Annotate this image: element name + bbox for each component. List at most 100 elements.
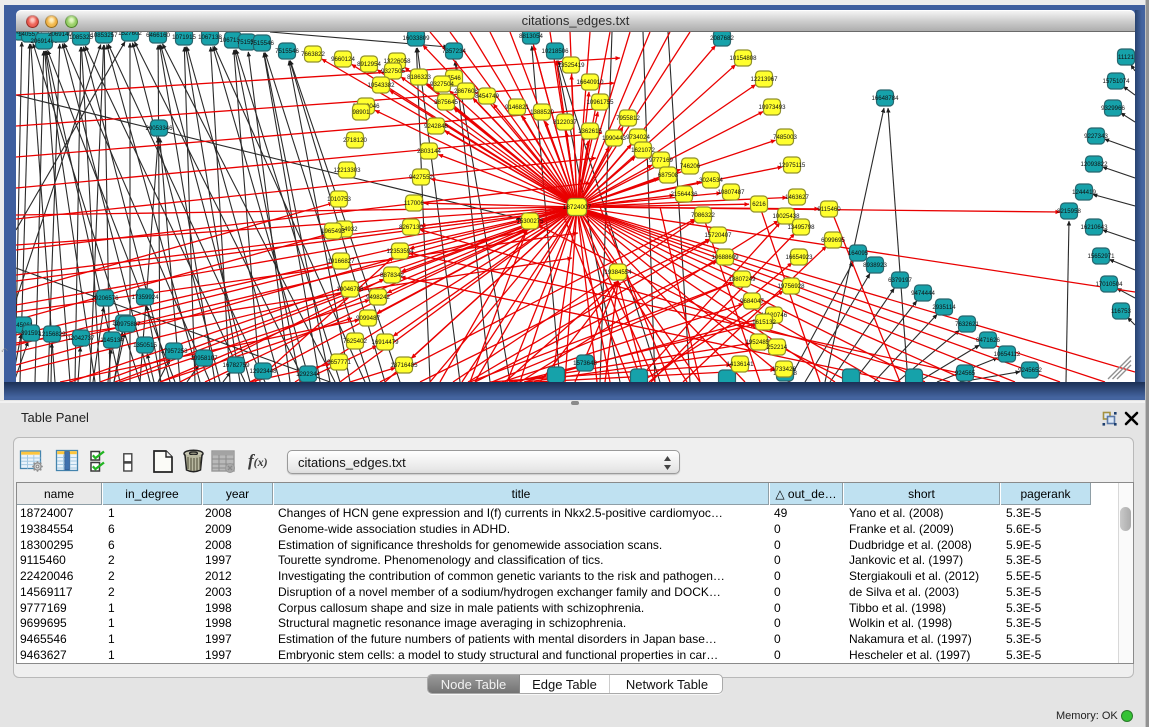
svg-text:17957253: 17957253 bbox=[160, 348, 188, 355]
svg-text:10807487: 10807487 bbox=[717, 189, 745, 196]
svg-text:12156829: 12156829 bbox=[38, 331, 66, 338]
svg-text:9242848: 9242848 bbox=[424, 123, 448, 130]
svg-text:20206576: 20206576 bbox=[91, 295, 119, 302]
svg-text:7485003: 7485003 bbox=[773, 134, 797, 141]
svg-text:6216: 6216 bbox=[752, 201, 766, 208]
svg-text:12213303: 12213303 bbox=[333, 167, 361, 174]
svg-text:15720407: 15720407 bbox=[704, 232, 732, 239]
svg-text:1615132: 1615132 bbox=[752, 319, 776, 326]
svg-text:10543382: 10543382 bbox=[367, 82, 395, 89]
svg-text:7357234: 7357234 bbox=[442, 48, 466, 55]
svg-text:1010753: 1010753 bbox=[327, 196, 351, 203]
svg-text:18807249: 18807249 bbox=[728, 276, 756, 283]
svg-text:9498242: 9498242 bbox=[366, 294, 390, 301]
svg-text:7515546: 7515546 bbox=[275, 48, 299, 55]
svg-text:17359924: 17359924 bbox=[131, 294, 159, 301]
svg-text:7632621: 7632621 bbox=[955, 321, 979, 328]
svg-text:21564436: 21564436 bbox=[670, 191, 698, 198]
svg-text:16654923: 16654923 bbox=[785, 254, 813, 261]
svg-text:10975887: 10975887 bbox=[113, 321, 141, 328]
svg-text:1244419: 1244419 bbox=[1072, 189, 1096, 196]
svg-text:16782759: 16782759 bbox=[222, 362, 250, 369]
svg-text:1965493: 1965493 bbox=[321, 228, 345, 235]
svg-text:9327505: 9327505 bbox=[381, 68, 405, 75]
svg-text:10654112: 10654112 bbox=[994, 351, 1021, 358]
svg-text:1071915: 1071915 bbox=[172, 34, 196, 41]
svg-text:9329966: 9329966 bbox=[1101, 105, 1125, 112]
svg-text:7086322: 7086322 bbox=[691, 212, 715, 219]
svg-text:1388520: 1388520 bbox=[530, 109, 554, 116]
svg-text:9657771: 9657771 bbox=[327, 359, 351, 366]
svg-text:1573648: 1573648 bbox=[573, 360, 597, 367]
svg-text:10154808: 10154808 bbox=[729, 55, 757, 62]
svg-text:10958107: 10958107 bbox=[190, 355, 218, 362]
svg-text:20053346: 20053346 bbox=[145, 125, 173, 132]
svg-text:8813054: 8813054 bbox=[519, 33, 543, 40]
svg-text:164095: 164095 bbox=[848, 250, 869, 257]
svg-text:1527602: 1527602 bbox=[118, 32, 142, 37]
svg-text:10973493: 10973493 bbox=[758, 104, 786, 111]
svg-text:13716485: 13716485 bbox=[390, 362, 418, 369]
svg-text:12353594: 12353594 bbox=[386, 248, 414, 255]
svg-text:10853257: 10853257 bbox=[90, 32, 118, 39]
svg-text:15300275: 15300275 bbox=[516, 218, 544, 225]
svg-text:12213967: 12213967 bbox=[750, 76, 778, 83]
svg-text:117006: 117006 bbox=[404, 200, 424, 207]
svg-text:16914479: 16914479 bbox=[371, 339, 399, 346]
svg-text:1621072: 1621072 bbox=[631, 147, 655, 154]
svg-text:13525419: 13525419 bbox=[557, 62, 585, 69]
svg-text:18724007: 18724007 bbox=[563, 204, 592, 211]
svg-text:8122037: 8122037 bbox=[553, 119, 577, 126]
svg-text:12093822: 12093822 bbox=[1080, 161, 1108, 168]
svg-text:16640910: 16640910 bbox=[576, 79, 604, 86]
svg-text:746206: 746206 bbox=[680, 163, 701, 170]
svg-text:8186323: 8186323 bbox=[407, 74, 431, 81]
svg-text:16033809: 16033809 bbox=[402, 35, 430, 42]
svg-text:9099487: 9099487 bbox=[356, 315, 380, 322]
svg-text:2803144: 2803144 bbox=[417, 148, 441, 155]
svg-text:687508: 687508 bbox=[658, 172, 679, 179]
svg-text:6099695: 6099695 bbox=[821, 237, 845, 244]
svg-text:9734024: 9734024 bbox=[626, 134, 650, 141]
svg-text:12042737: 12042737 bbox=[67, 335, 95, 342]
svg-text:15652971: 15652971 bbox=[1087, 253, 1115, 260]
svg-text:7663822: 7663822 bbox=[301, 51, 325, 58]
svg-text:9245652: 9245652 bbox=[1018, 367, 1042, 374]
svg-text:9327504: 9327504 bbox=[430, 81, 454, 88]
svg-text:9660124: 9660124 bbox=[331, 56, 355, 63]
svg-text:1362615: 1362615 bbox=[578, 128, 602, 135]
svg-text:9115460: 9115460 bbox=[817, 206, 841, 213]
svg-text:16648784: 16648784 bbox=[871, 95, 899, 102]
svg-text:7515546: 7515546 bbox=[250, 40, 274, 47]
svg-text:98901: 98901 bbox=[353, 109, 371, 116]
svg-text:12923448: 12923448 bbox=[249, 368, 277, 375]
svg-text:10688609: 10688609 bbox=[711, 254, 739, 261]
svg-text:924565: 924565 bbox=[955, 370, 976, 377]
svg-text:8938923: 8938923 bbox=[863, 262, 887, 269]
svg-text:15751074: 15751074 bbox=[1102, 78, 1130, 85]
svg-text:13495798: 13495798 bbox=[787, 224, 815, 231]
svg-text:9777169: 9777169 bbox=[649, 157, 673, 164]
svg-text:9474444: 9474444 bbox=[911, 290, 935, 297]
svg-text:3024534: 3024534 bbox=[699, 177, 723, 184]
svg-text:10218506: 10218506 bbox=[541, 48, 569, 55]
svg-text:8878342: 8878342 bbox=[380, 272, 404, 279]
svg-text:19756928: 19756928 bbox=[777, 283, 805, 290]
svg-text:6379197: 6379197 bbox=[888, 277, 912, 284]
svg-text:1350515: 1350515 bbox=[133, 342, 157, 349]
svg-text:8471626: 8471626 bbox=[976, 337, 1000, 344]
svg-text:8267130: 8267130 bbox=[399, 224, 423, 231]
svg-text:9427552: 9427552 bbox=[409, 174, 433, 181]
svg-text:8912954: 8912954 bbox=[357, 61, 381, 68]
svg-text:1990443: 1990443 bbox=[602, 135, 626, 142]
svg-text:1463627: 1463627 bbox=[785, 194, 809, 201]
svg-text:1292344: 1292344 bbox=[296, 371, 320, 378]
svg-text:19166827: 19166827 bbox=[327, 258, 355, 265]
svg-text:12975115: 12975115 bbox=[779, 162, 806, 169]
svg-text:7625402: 7625402 bbox=[343, 338, 367, 345]
svg-text:9146821: 9146821 bbox=[505, 104, 529, 111]
svg-text:2718120: 2718120 bbox=[343, 137, 367, 144]
svg-text:9227343: 9227343 bbox=[1084, 133, 1108, 140]
svg-text:116753: 116753 bbox=[1111, 308, 1131, 315]
svg-text:8215958: 8215958 bbox=[1057, 208, 1081, 215]
